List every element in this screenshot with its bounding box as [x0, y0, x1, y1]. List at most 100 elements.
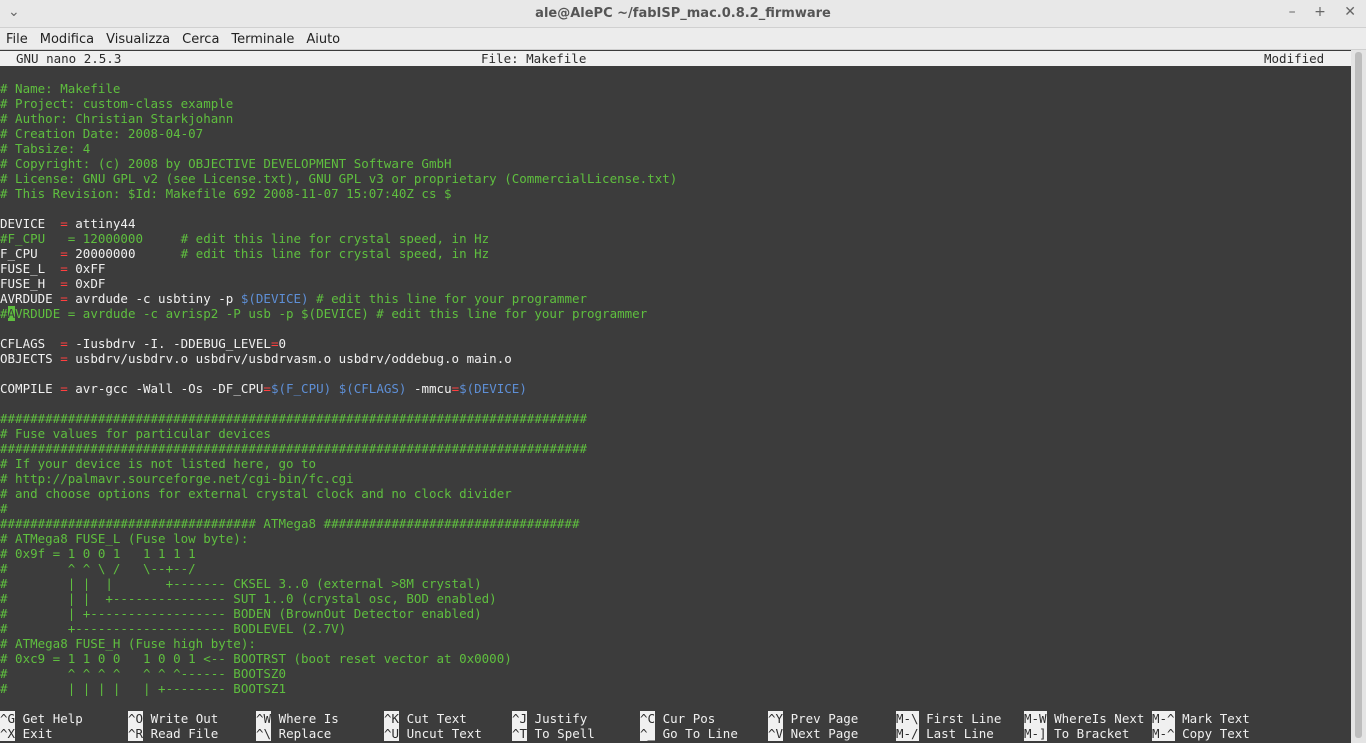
shortcut-key: ^T: [512, 726, 528, 741]
menu-modifica[interactable]: Modifica: [34, 29, 100, 50]
code-line: # Author: Christian Starkjohann: [0, 111, 233, 126]
shortcut-go-to-line: ^_ Go To Line: [640, 726, 738, 741]
shortcut-write-out: ^O Write Out: [128, 711, 218, 726]
shortcut-key: M-]: [1024, 726, 1047, 741]
code-token: #: [0, 501, 8, 516]
code-line: # | | +--------------- SUT 1..0 (crystal…: [0, 591, 497, 606]
code-token: $(F_CPU): [270, 381, 332, 396]
terminal-scrollbar[interactable]: [1351, 50, 1366, 743]
code-token: # 0xc9 = 1 1 0 0 1 0 0 1 <-- BOOTRST (bo…: [0, 651, 512, 666]
scrollbar-thumb[interactable]: [1355, 52, 1362, 738]
code-token: # ^ ^ \ / \--+--/: [0, 561, 196, 576]
code-line: # http://palmavr.sourceforge.net/cgi-bin…: [0, 471, 354, 486]
code-line: FUSE_H = 0xDF: [0, 276, 105, 291]
code-token: # edit this line for your programmer: [316, 291, 588, 306]
shortcut-key: M-W: [1024, 711, 1047, 726]
code-line: #AVRDUDE = avrdude -c avrisp2 -P usb -p …: [0, 306, 647, 321]
shortcut-to-spell: ^T To Spell: [512, 726, 595, 741]
code-token: VRDUDE = avrdude -c avrisp2 -P usb -p $(…: [15, 306, 648, 321]
code-line: #: [0, 501, 8, 516]
code-line: # 0xc9 = 1 1 0 0 1 0 0 1 <-- BOOTRST (bo…: [0, 651, 512, 666]
close-icon[interactable]: ✕: [1344, 4, 1356, 20]
shortcut-key: ^X: [0, 726, 16, 741]
shortcut-key: ^G: [0, 711, 16, 726]
code-token: =: [60, 381, 68, 396]
shortcut-uncut-text: ^U Uncut Text: [384, 726, 482, 741]
code-line: # | +------------------ BODEN (BrownOut …: [0, 606, 482, 621]
code-token: =: [60, 216, 68, 231]
shortcut-label: Where Is: [271, 711, 339, 726]
code-token: # Copyright: (c) 2008 by OBJECTIVE DEVEL…: [0, 156, 452, 171]
menu-visualizza[interactable]: Visualizza: [100, 29, 176, 50]
code-token: # and choose options for external crysta…: [0, 486, 512, 501]
code-token: #F_CPU = 12000000 # edit this line for c…: [0, 231, 490, 246]
code-line: # If your device is not listed here, go …: [0, 456, 316, 471]
shortcut-label: WhereIs Next: [1046, 711, 1145, 726]
code-line: ########################################…: [0, 441, 587, 456]
code-token: =: [451, 381, 460, 396]
shortcut-cur-pos: ^C Cur Pos: [640, 711, 715, 726]
code-token: $(DEVICE): [240, 291, 309, 306]
menu-bar: File Modifica Visualizza Cerca Terminale Aiut…: [0, 28, 1366, 50]
code-line: # Name: Makefile: [0, 81, 120, 96]
minimize-icon[interactable]: –: [1289, 4, 1296, 20]
nano-status: Modified: [1264, 51, 1325, 66]
code-token: FUSE_L: [0, 261, 61, 276]
menu-cerca[interactable]: Cerca: [176, 29, 225, 50]
code-token: # This Revision: $Id: Makefile 692 2008-…: [0, 186, 452, 201]
menu-file[interactable]: File: [0, 29, 34, 50]
code-line: DEVICE = attiny44: [0, 216, 135, 231]
code-token: =: [60, 261, 68, 276]
shortcut-key: ^K: [384, 711, 400, 726]
window-titlebar: ⌄ ale@AlePC ~/fabISP_mac.0.8.2_firmware …: [0, 0, 1366, 28]
shortcut-where-is: ^W Where Is: [256, 711, 339, 726]
code-token: =: [60, 291, 68, 306]
shortcut-copy-text: M-^ Copy Text: [1152, 726, 1250, 741]
shortcut-prev-page: ^Y Prev Page: [768, 711, 858, 726]
code-token: # 0x9f = 1 0 0 1 1 1 1 1: [0, 546, 196, 561]
menu-aiuto[interactable]: Aiuto: [300, 29, 346, 50]
code-line: # License: GNU GPL v2 (see License.txt),…: [0, 171, 677, 186]
code-line: # Tabsize: 4: [0, 141, 90, 156]
code-token: usbdrv/usbdrv.o usbdrv/usbdrvasm.o usbdr…: [67, 351, 512, 366]
code-line: # This Revision: $Id: Makefile 692 2008-…: [0, 186, 452, 201]
code-token: # Tabsize: 4: [0, 141, 91, 156]
terminal-area[interactable]: GNU nano 2.5.3 File: Makefile Modified #…: [0, 50, 1351, 743]
code-line: # | | | | | +-------- BOOTSZ1: [0, 681, 286, 696]
code-token: DEVICE: [0, 216, 61, 231]
code-token: # Fuse values for particular devices: [0, 426, 271, 441]
shortcut-key: M-^: [1152, 711, 1175, 726]
code-token: ########################################…: [0, 441, 587, 456]
shortcut-key: M-/: [896, 726, 919, 741]
shortcut-key: ^R: [128, 726, 144, 741]
code-token: 0: [278, 336, 287, 351]
code-token: # http://palmavr.sourceforge.net/cgi-bin…: [0, 471, 354, 486]
code-token: avrdude -c usbtiny -p: [67, 291, 241, 306]
shortcut-label: Get Help: [15, 711, 83, 726]
maximize-icon[interactable]: +: [1314, 4, 1326, 20]
code-line: # +-------------------- BODLEVEL (2.7V): [0, 621, 346, 636]
shortcut-key: ^\: [256, 726, 272, 741]
code-token: #: [0, 306, 8, 321]
shortcut-label: Write Out: [143, 711, 219, 726]
menu-terminale[interactable]: Terminale: [225, 29, 300, 50]
shortcut-label: Cur Pos: [655, 711, 716, 726]
code-token: -Iusbdrv -I. -DDEBUG_LEVEL: [67, 336, 271, 351]
code-token: $(DEVICE): [459, 381, 527, 396]
code-token: # Name: Makefile: [0, 81, 121, 96]
shortcut-label: To Bracket: [1046, 726, 1130, 741]
shortcut-key: M-^: [1152, 726, 1175, 741]
code-token: avr-gcc -Wall -Os -DF_CPU: [67, 381, 264, 396]
code-token: # Creation Date: 2008-04-07: [0, 126, 204, 141]
nano-filename: File: Makefile: [481, 51, 587, 66]
code-token: OBJECTS: [0, 351, 61, 366]
shortcut-key: ^O: [128, 711, 144, 726]
text-cursor: A: [7, 306, 16, 321]
shortcut-get-help: ^G Get Help: [0, 711, 83, 726]
shortcut-label: Uncut Text: [399, 726, 482, 741]
code-line: # Project: custom-class example: [0, 96, 233, 111]
code-line: # | | | +------- CKSEL 3..0 (external >8…: [0, 576, 482, 591]
code-line: # ^ ^ ^ ^ ^ ^ ^------ BOOTSZ0: [0, 666, 286, 681]
shortcut-label: Justify: [527, 711, 588, 726]
